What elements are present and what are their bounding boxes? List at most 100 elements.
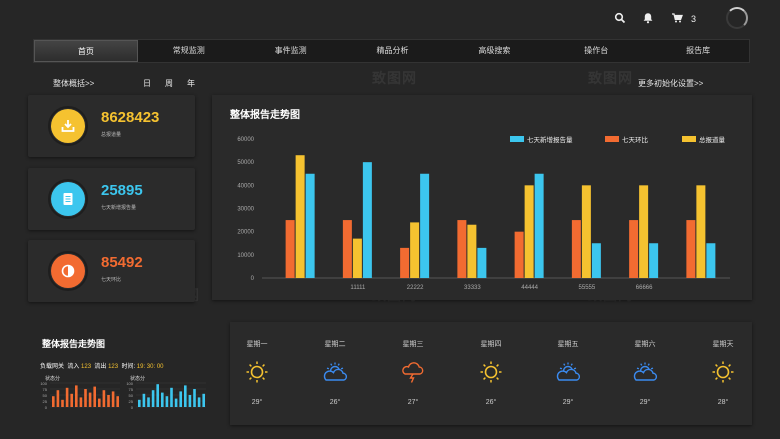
mini-y-tick: 50 <box>129 393 134 398</box>
mini-bar <box>188 395 192 407</box>
mini-bar <box>93 386 96 407</box>
bar <box>352 238 362 278</box>
loading-spinner <box>726 7 748 29</box>
sun-icon <box>710 360 736 384</box>
cart-count: 3 <box>691 14 697 24</box>
bar <box>420 173 430 278</box>
bar <box>571 220 581 278</box>
x-tick-label: 11111 <box>350 285 366 291</box>
y-tick-label: 0 <box>251 276 255 282</box>
bar <box>400 247 410 278</box>
mini-bar <box>151 390 155 407</box>
mini-bar <box>98 398 101 407</box>
weather-temp: 26° <box>485 399 497 406</box>
bar <box>629 220 639 278</box>
mini-bar <box>79 397 83 407</box>
y-tick-label: 60000 <box>237 137 254 143</box>
mini-bar <box>84 389 87 407</box>
mini-bar <box>142 393 146 407</box>
gateway-status: 负载网关 流入 123 流出 123 时间: 19: 30: 00 <box>40 361 164 370</box>
inflow-value: 123 <box>81 364 92 370</box>
bell-icon[interactable] <box>641 12 655 26</box>
y-tick-label: 50000 <box>237 160 254 166</box>
mini-y-tick: 0 <box>45 405 48 410</box>
weather-day-label: 星期六 <box>634 341 656 348</box>
trend-bar-chart: 0 10000 20000 30000 40000 50000 60000 11111 2222… <box>237 135 730 291</box>
weather-temp: 29° <box>639 399 651 406</box>
inflow-label: 流入 <box>67 364 80 370</box>
legend-label: 总报道量 <box>699 135 726 144</box>
mini-bar-chart-right: 1007550250 <box>126 381 206 410</box>
weather-day-label: 星期二 <box>324 341 346 348</box>
x-tick-label: 44444 <box>521 285 538 291</box>
kpi-label: 七天新增报告量 <box>101 205 137 211</box>
weather-temp: 28° <box>717 399 729 406</box>
nav-console[interactable]: 操作台 <box>545 40 647 62</box>
mini-bar <box>147 397 150 407</box>
mini-bar-chart-left: 1007550250 <box>40 381 120 410</box>
cart-icon[interactable] <box>670 12 684 26</box>
bar <box>696 185 706 278</box>
kpi-label: 七天环比 <box>101 277 122 283</box>
kpi-card-new-reports: 25895 七天新增报告量 <box>28 168 195 230</box>
bar <box>591 243 601 278</box>
kpi-value: 85492 <box>101 254 143 271</box>
mini-y-tick: 50 <box>43 393 48 398</box>
tab-year[interactable]: 年 <box>187 78 195 89</box>
nav-home[interactable]: 首页 <box>34 40 138 62</box>
contrast-icon <box>48 251 88 291</box>
nav-routine-monitoring[interactable]: 常规监测 <box>138 40 240 62</box>
nav-premium-analysis[interactable]: 精品分析 <box>342 40 444 62</box>
more-settings-link[interactable]: 更多初始化设置>> <box>638 78 703 89</box>
x-tick-label: 33333 <box>464 285 481 291</box>
y-tick-label: 20000 <box>237 230 254 236</box>
nav-report-library[interactable]: 报告库 <box>647 40 749 62</box>
mini-y-tick: 25 <box>43 399 48 404</box>
weather-day-label: 星期四 <box>480 341 502 348</box>
bar <box>285 220 295 278</box>
legend-swatch <box>605 136 619 142</box>
kpi-card-total: 8628423 总报道量 <box>28 95 195 157</box>
bar <box>295 155 305 278</box>
mini-bar <box>70 393 73 407</box>
mini-bar <box>184 385 187 407</box>
mini-bar <box>197 397 201 407</box>
kpi-label: 总报道量 <box>101 132 122 138</box>
bar <box>342 220 352 278</box>
tab-day[interactable]: 日 <box>143 78 151 89</box>
nav-event-monitoring[interactable]: 事件监测 <box>240 40 342 62</box>
mini-bar <box>111 391 115 407</box>
mini-y-tick: 25 <box>129 399 134 404</box>
legend-swatch <box>682 136 696 142</box>
mini-bar <box>156 384 159 407</box>
legend-label: 七天新增报告量 <box>527 135 573 144</box>
mini-bar <box>56 390 60 407</box>
nav-advanced-search[interactable]: 高级搜索 <box>443 40 545 62</box>
mini-bar <box>65 387 69 407</box>
weather-day-label: 星期三 <box>402 341 424 348</box>
bar <box>457 220 467 278</box>
bar <box>514 231 524 278</box>
time-value: 19: 30: 00 <box>136 364 164 370</box>
mini-y-tick: 0 <box>131 405 134 410</box>
mini-bar <box>138 399 141 407</box>
mini-y-tick: 100 <box>126 381 133 386</box>
bar <box>534 173 544 278</box>
mini-bar <box>161 392 164 407</box>
mini-y-tick: 75 <box>129 387 134 392</box>
kpi-value: 25895 <box>101 182 143 199</box>
y-tick-label: 10000 <box>237 253 254 259</box>
weather-temp: 29° <box>562 399 574 406</box>
x-tick-label: 66666 <box>636 285 653 291</box>
mini-y-tick: 100 <box>40 381 47 386</box>
bar <box>477 247 487 278</box>
search-icon[interactable] <box>613 12 627 26</box>
bar <box>467 224 477 278</box>
mini-bar <box>52 396 55 407</box>
legend-label: 七天环比 <box>622 135 649 144</box>
gateway-label: 负载网关 <box>40 364 65 370</box>
tab-week[interactable]: 周 <box>165 78 173 89</box>
overview-link[interactable]: 整体概括>> <box>53 78 94 89</box>
watermark-text: 致图网 <box>588 70 633 86</box>
mini-y-tick: 75 <box>43 387 48 392</box>
